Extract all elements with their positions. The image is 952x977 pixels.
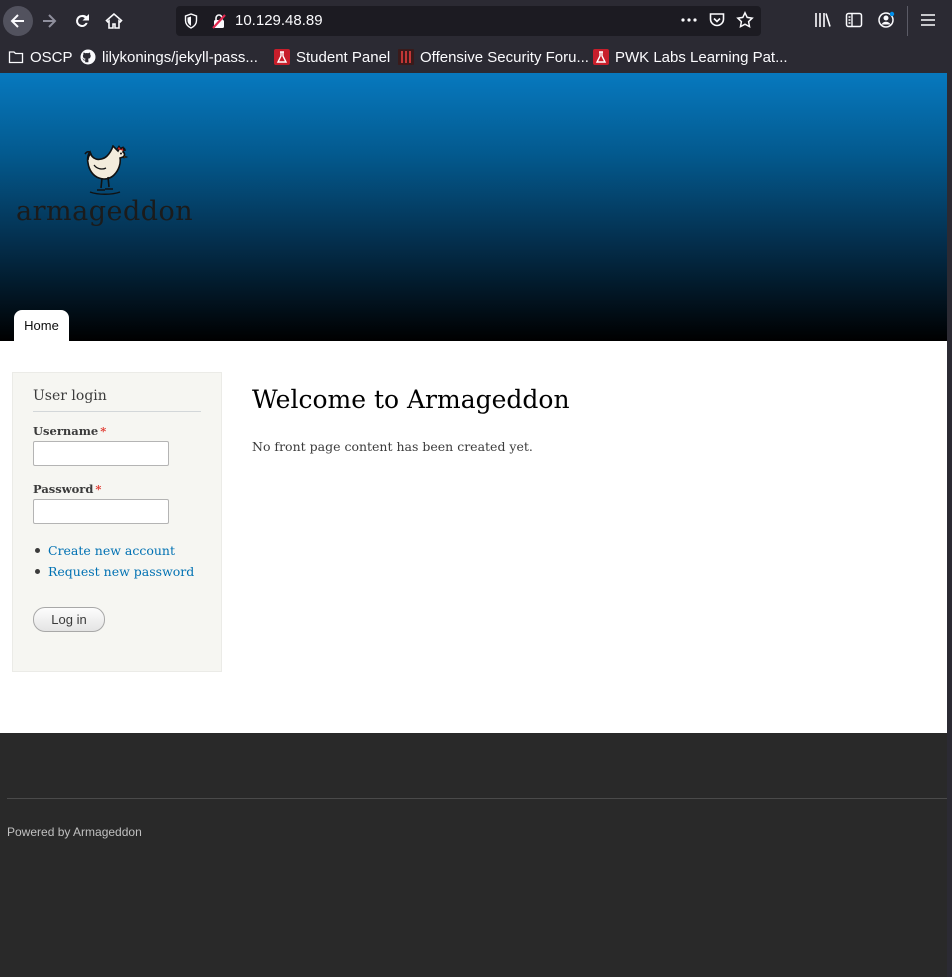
address-bar[interactable]: 10.129.48.89 [176, 6, 761, 36]
bookmark-github[interactable]: lilykonings/jekyll-pass... [80, 48, 258, 66]
bookmark-folder-oscp[interactable]: OSCP [8, 48, 73, 66]
page-actions-button[interactable] [680, 11, 700, 31]
sidebar-button[interactable] [845, 11, 865, 31]
bullet [35, 548, 40, 553]
offsec-icon [274, 49, 290, 65]
username-field[interactable] [33, 441, 169, 466]
back-button[interactable] [3, 6, 33, 36]
star-icon [736, 11, 754, 28]
account-button[interactable] [877, 11, 897, 31]
required-marker: * [100, 424, 107, 438]
site-name[interactable]: armageddon [16, 196, 193, 227]
app-menu-button[interactable] [919, 11, 939, 31]
rooster-logo-icon [84, 145, 129, 195]
user-login-title: User login [33, 388, 107, 404]
log-in-button[interactable]: Log in [33, 607, 105, 632]
offsec-icon [593, 49, 609, 65]
bookmarks-toolbar: OSCP lilykonings/jekyll-pass... Student … [0, 42, 952, 72]
site-footer: Powered by Armageddon [0, 733, 947, 977]
bookmark-offsec-forum[interactable]: Offensive Security Foru... [398, 48, 589, 66]
library-button[interactable] [814, 11, 834, 31]
bullet [35, 569, 40, 574]
nav-tab-home[interactable]: Home [14, 310, 69, 341]
page-title: Welcome to Armageddon [252, 385, 570, 414]
password-field[interactable] [33, 499, 169, 524]
username-label: Username * [33, 424, 106, 438]
list-item: Create new account [33, 543, 175, 558]
bookmark-star-button[interactable] [736, 11, 756, 31]
arrow-left-icon [10, 14, 24, 28]
bookmark-label: OSCP [30, 48, 73, 66]
required-marker: * [95, 482, 102, 496]
forward-button[interactable] [34, 6, 64, 36]
site-header: armageddon Home [0, 73, 947, 341]
home-icon [105, 12, 123, 29]
window-edge [947, 73, 952, 977]
account-icon [878, 11, 895, 28]
username-label-text: Username [33, 424, 99, 438]
shield-icon[interactable] [183, 13, 199, 29]
bookmark-label: Offensive Security Foru... [420, 48, 589, 66]
bookmark-label: Student Panel [296, 48, 391, 66]
reload-icon [76, 14, 89, 27]
offsec-forum-icon [398, 49, 414, 65]
password-label: Password * [33, 482, 101, 496]
bookmark-student-panel[interactable]: Student Panel [274, 48, 390, 66]
github-icon [80, 49, 96, 65]
bookmark-pwk-labs[interactable]: PWK Labs Learning Pat... [593, 48, 788, 66]
user-login-block: User login Username * Password * Create ne… [12, 372, 222, 672]
create-account-link[interactable]: Create new account [48, 543, 175, 558]
more-dots-icon [681, 18, 697, 22]
request-password-link[interactable]: Request new password [48, 564, 194, 579]
reload-button[interactable] [67, 6, 97, 36]
folder-icon [8, 51, 24, 64]
login-title-divider [33, 411, 201, 412]
insecure-lock-icon[interactable] [211, 13, 227, 29]
browser-toolbar: 10.129.48.89 [0, 0, 952, 42]
hamburger-icon [921, 14, 935, 26]
library-icon [815, 13, 831, 27]
web-page: armageddon Home User login Username * Pas… [0, 73, 947, 977]
footer-divider [7, 798, 947, 799]
bookmark-label: lilykonings/jekyll-pass... [102, 48, 258, 66]
home-button[interactable] [99, 6, 129, 36]
sidebar-icon [845, 12, 863, 28]
arrow-right-icon [43, 14, 57, 28]
powered-by-text: Powered by Armageddon [7, 825, 142, 839]
pocket-icon [709, 13, 725, 27]
url-text[interactable]: 10.129.48.89 [235, 12, 323, 29]
password-label-text: Password [33, 482, 94, 496]
front-page-message: No front page content has been created y… [252, 439, 533, 454]
list-item: Request new password [33, 564, 194, 579]
toolbar-separator [907, 6, 908, 36]
pocket-button[interactable] [708, 11, 728, 31]
bookmark-label: PWK Labs Learning Pat... [615, 48, 788, 66]
